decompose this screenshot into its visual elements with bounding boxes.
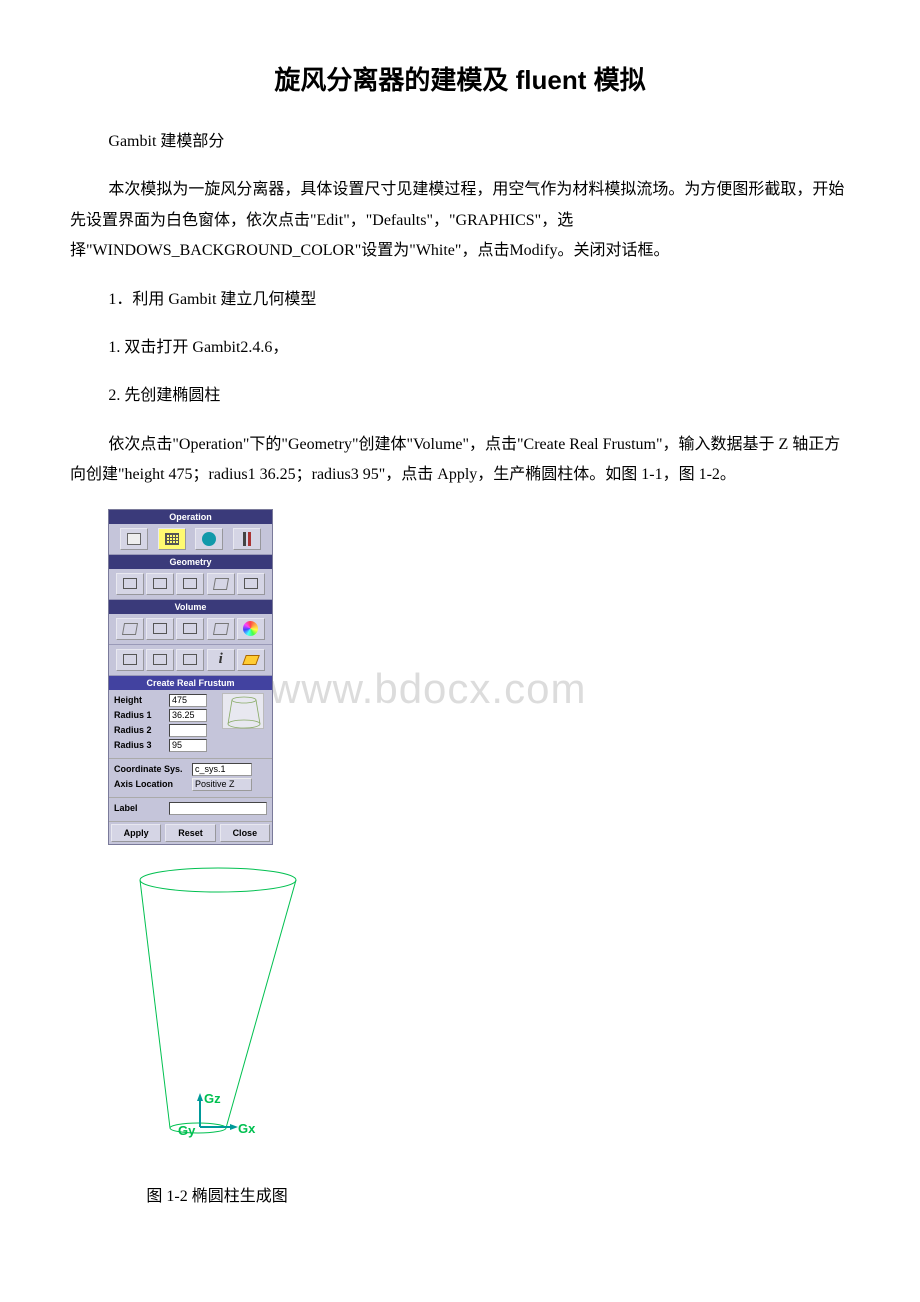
globe-icon [202,532,216,546]
figure-caption: 图 1-2 椭圆柱生成图 [108,1182,850,1212]
frustum-form: Height 475 Radius 1 36.25 Radius 2 Radiu… [109,690,272,758]
gy-label: Gy [178,1123,196,1138]
geometry-toolbar [109,569,272,600]
modify-button[interactable] [116,649,144,671]
operation-header: Operation [109,510,272,524]
volume-toolbar [109,614,272,645]
box-icon [123,578,137,589]
radius3-label: Radius 3 [114,740,169,750]
radius1-label: Radius 1 [114,710,169,720]
axis-loc-label: Axis Location [114,779,192,789]
height-label: Height [114,695,169,705]
create-frustum-header: Create Real Frustum [109,676,272,690]
geometry-header: Geometry [109,555,272,569]
radius2-input[interactable] [169,724,207,737]
apply-button[interactable]: Apply [111,824,161,842]
delete-button[interactable] [237,649,265,671]
label-section: Label [109,797,272,821]
page-title: 旋风分离器的建模及 fluent 模拟 [70,60,850,97]
tools-button[interactable] [233,528,261,550]
group-icon [244,578,258,589]
connect-button[interactable] [146,649,174,671]
eraser-icon [242,655,260,665]
coord-sys-label: Coordinate Sys. [114,764,192,774]
create-icon [122,623,138,635]
coord-section: Coordinate Sys. c_sys.1 Axis Location Po… [109,758,272,797]
reset-button[interactable]: Reset [165,824,215,842]
close-button[interactable]: Close [220,824,270,842]
gz-label: Gz [204,1091,221,1106]
radius3-input[interactable]: 95 [169,739,207,752]
create-volume-button[interactable] [116,618,144,640]
box2-icon [153,578,167,589]
geometry-button[interactable] [120,528,148,550]
paragraph-4: 1. 双击打开 Gambit2.4.6， [70,333,850,363]
paragraph-5: 2. 先创建椭圆柱 [70,381,850,411]
connect-icon [153,654,167,665]
radius2-label: Radius 2 [114,725,169,735]
bool-icon [153,623,167,634]
smooth-button[interactable] [176,649,204,671]
label-input[interactable] [169,802,267,815]
height-input[interactable]: 475 [169,694,207,707]
grid-icon [165,533,179,545]
color-button[interactable] [237,618,265,640]
volume-icon [213,578,229,590]
info-icon: i [215,653,227,667]
boolean-button[interactable] [146,618,174,640]
coord-sys-input[interactable]: c_sys.1 [192,763,252,776]
split-icon [213,623,229,635]
volume-button[interactable] [207,573,235,595]
zones-button[interactable] [195,528,223,550]
mesh-button[interactable] [158,528,186,550]
palette-icon [243,621,258,636]
gambit-panel: Operation Geometry Volume i Create Real … [108,509,273,845]
edge-button[interactable] [146,573,174,595]
tool-icon [243,532,246,546]
paragraph-2: 本次模拟为一旋风分离器，具体设置尺寸见建模过程，用空气作为材料模拟流场。为方便图… [70,175,850,266]
smooth-icon [183,654,197,665]
move-button[interactable] [176,618,204,640]
button-row: Apply Reset Close [109,821,272,844]
face-button[interactable] [176,573,204,595]
move-icon [183,623,197,634]
split-button[interactable] [207,618,235,640]
operation-toolbar [109,524,272,555]
paragraph-1: Gambit 建模部分 [70,127,850,157]
radius1-input[interactable]: 36.25 [169,709,207,722]
modify-icon [123,654,137,665]
summarize-button[interactable]: i [207,649,235,671]
axis-loc-dropdown[interactable]: Positive Z [192,778,252,791]
group-button[interactable] [237,573,265,595]
box3-icon [183,578,197,589]
volume-toolbar-2: i [109,645,272,676]
cube-icon [127,533,141,545]
cone-figure: Gz Gy Gx [108,865,850,1160]
vertex-button[interactable] [116,573,144,595]
frustum-diagram [222,693,264,729]
paragraph-3: 1．利用 Gambit 建立几何模型 [70,285,850,315]
paragraph-6: 依次点击"Operation"下的"Geometry"创建体"Volume"，点… [70,430,850,491]
label-field-label: Label [114,803,169,813]
volume-header: Volume [109,600,272,614]
gx-label: Gx [238,1121,256,1136]
tool2-icon [248,532,251,546]
watermark-text: www.bdocx.com [270,665,586,713]
